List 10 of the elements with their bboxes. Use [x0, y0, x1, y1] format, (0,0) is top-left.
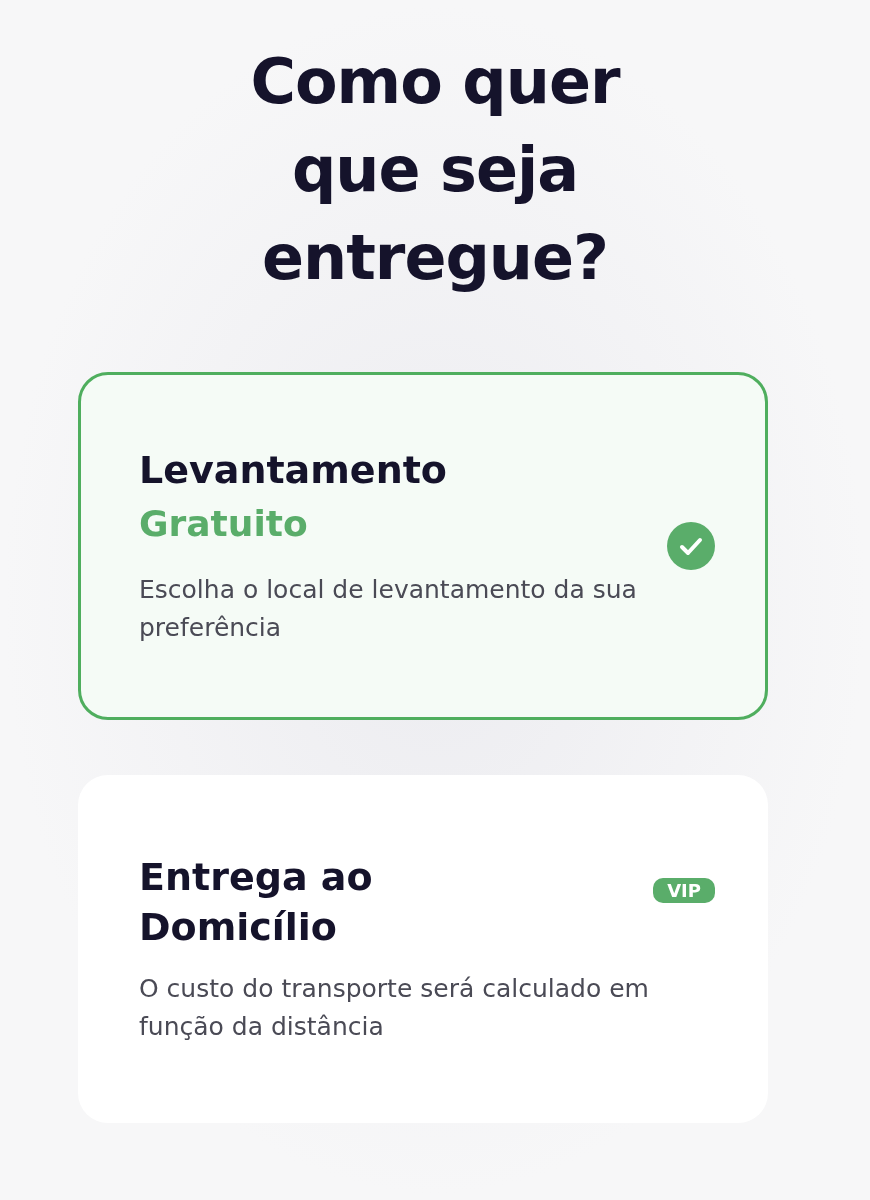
option-title: Entrega ao Domicílio — [139, 854, 374, 951]
delivery-option-card[interactable]: Levantamento Gratuito Escolha o local de levantamento da sua preferência — [78, 372, 768, 720]
check-icon — [667, 522, 715, 570]
option-description: O custo do transporte será calculado em função da distância — [139, 973, 649, 1043]
vip-badge: VIP — [653, 878, 715, 903]
delivery-option-card[interactable]: Entrega ao Domicílio O custo do transporte será calculado em função da distância VIP — [78, 775, 768, 1123]
page-heading: Como quer que seja entregue? — [249, 44, 622, 296]
option-description: Escolha o local de levantamento da sua preferência — [139, 574, 638, 644]
option-price: Gratuito — [139, 502, 309, 546]
option-title: Levantamento — [139, 447, 448, 494]
